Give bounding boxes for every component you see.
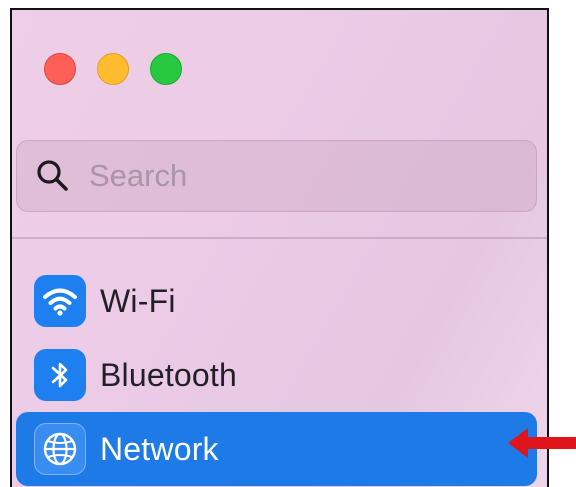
bluetooth-icon <box>34 349 86 401</box>
annotation-arrow-icon <box>508 428 576 458</box>
search-box[interactable] <box>16 140 537 212</box>
search-icon <box>33 156 73 196</box>
system-settings-window: Wi-Fi Bluetooth Network <box>10 8 549 487</box>
wifi-icon <box>34 275 86 327</box>
window-controls <box>44 53 182 85</box>
sidebar-item-label: Wi-Fi <box>100 282 176 319</box>
search-input[interactable] <box>89 158 509 194</box>
minimize-window-button[interactable] <box>97 53 129 85</box>
sidebar-item-network[interactable]: Network <box>16 412 537 486</box>
sidebar-item-bluetooth[interactable]: Bluetooth <box>16 338 537 412</box>
globe-icon <box>34 423 86 475</box>
sidebar-list: Wi-Fi Bluetooth Network <box>16 264 537 486</box>
sidebar-item-wifi[interactable]: Wi-Fi <box>16 264 537 338</box>
sidebar-item-label: Network <box>100 430 219 467</box>
zoom-window-button[interactable] <box>150 53 182 85</box>
sidebar-item-label: Bluetooth <box>100 356 238 393</box>
close-window-button[interactable] <box>44 53 76 85</box>
sidebar-divider <box>12 237 547 239</box>
